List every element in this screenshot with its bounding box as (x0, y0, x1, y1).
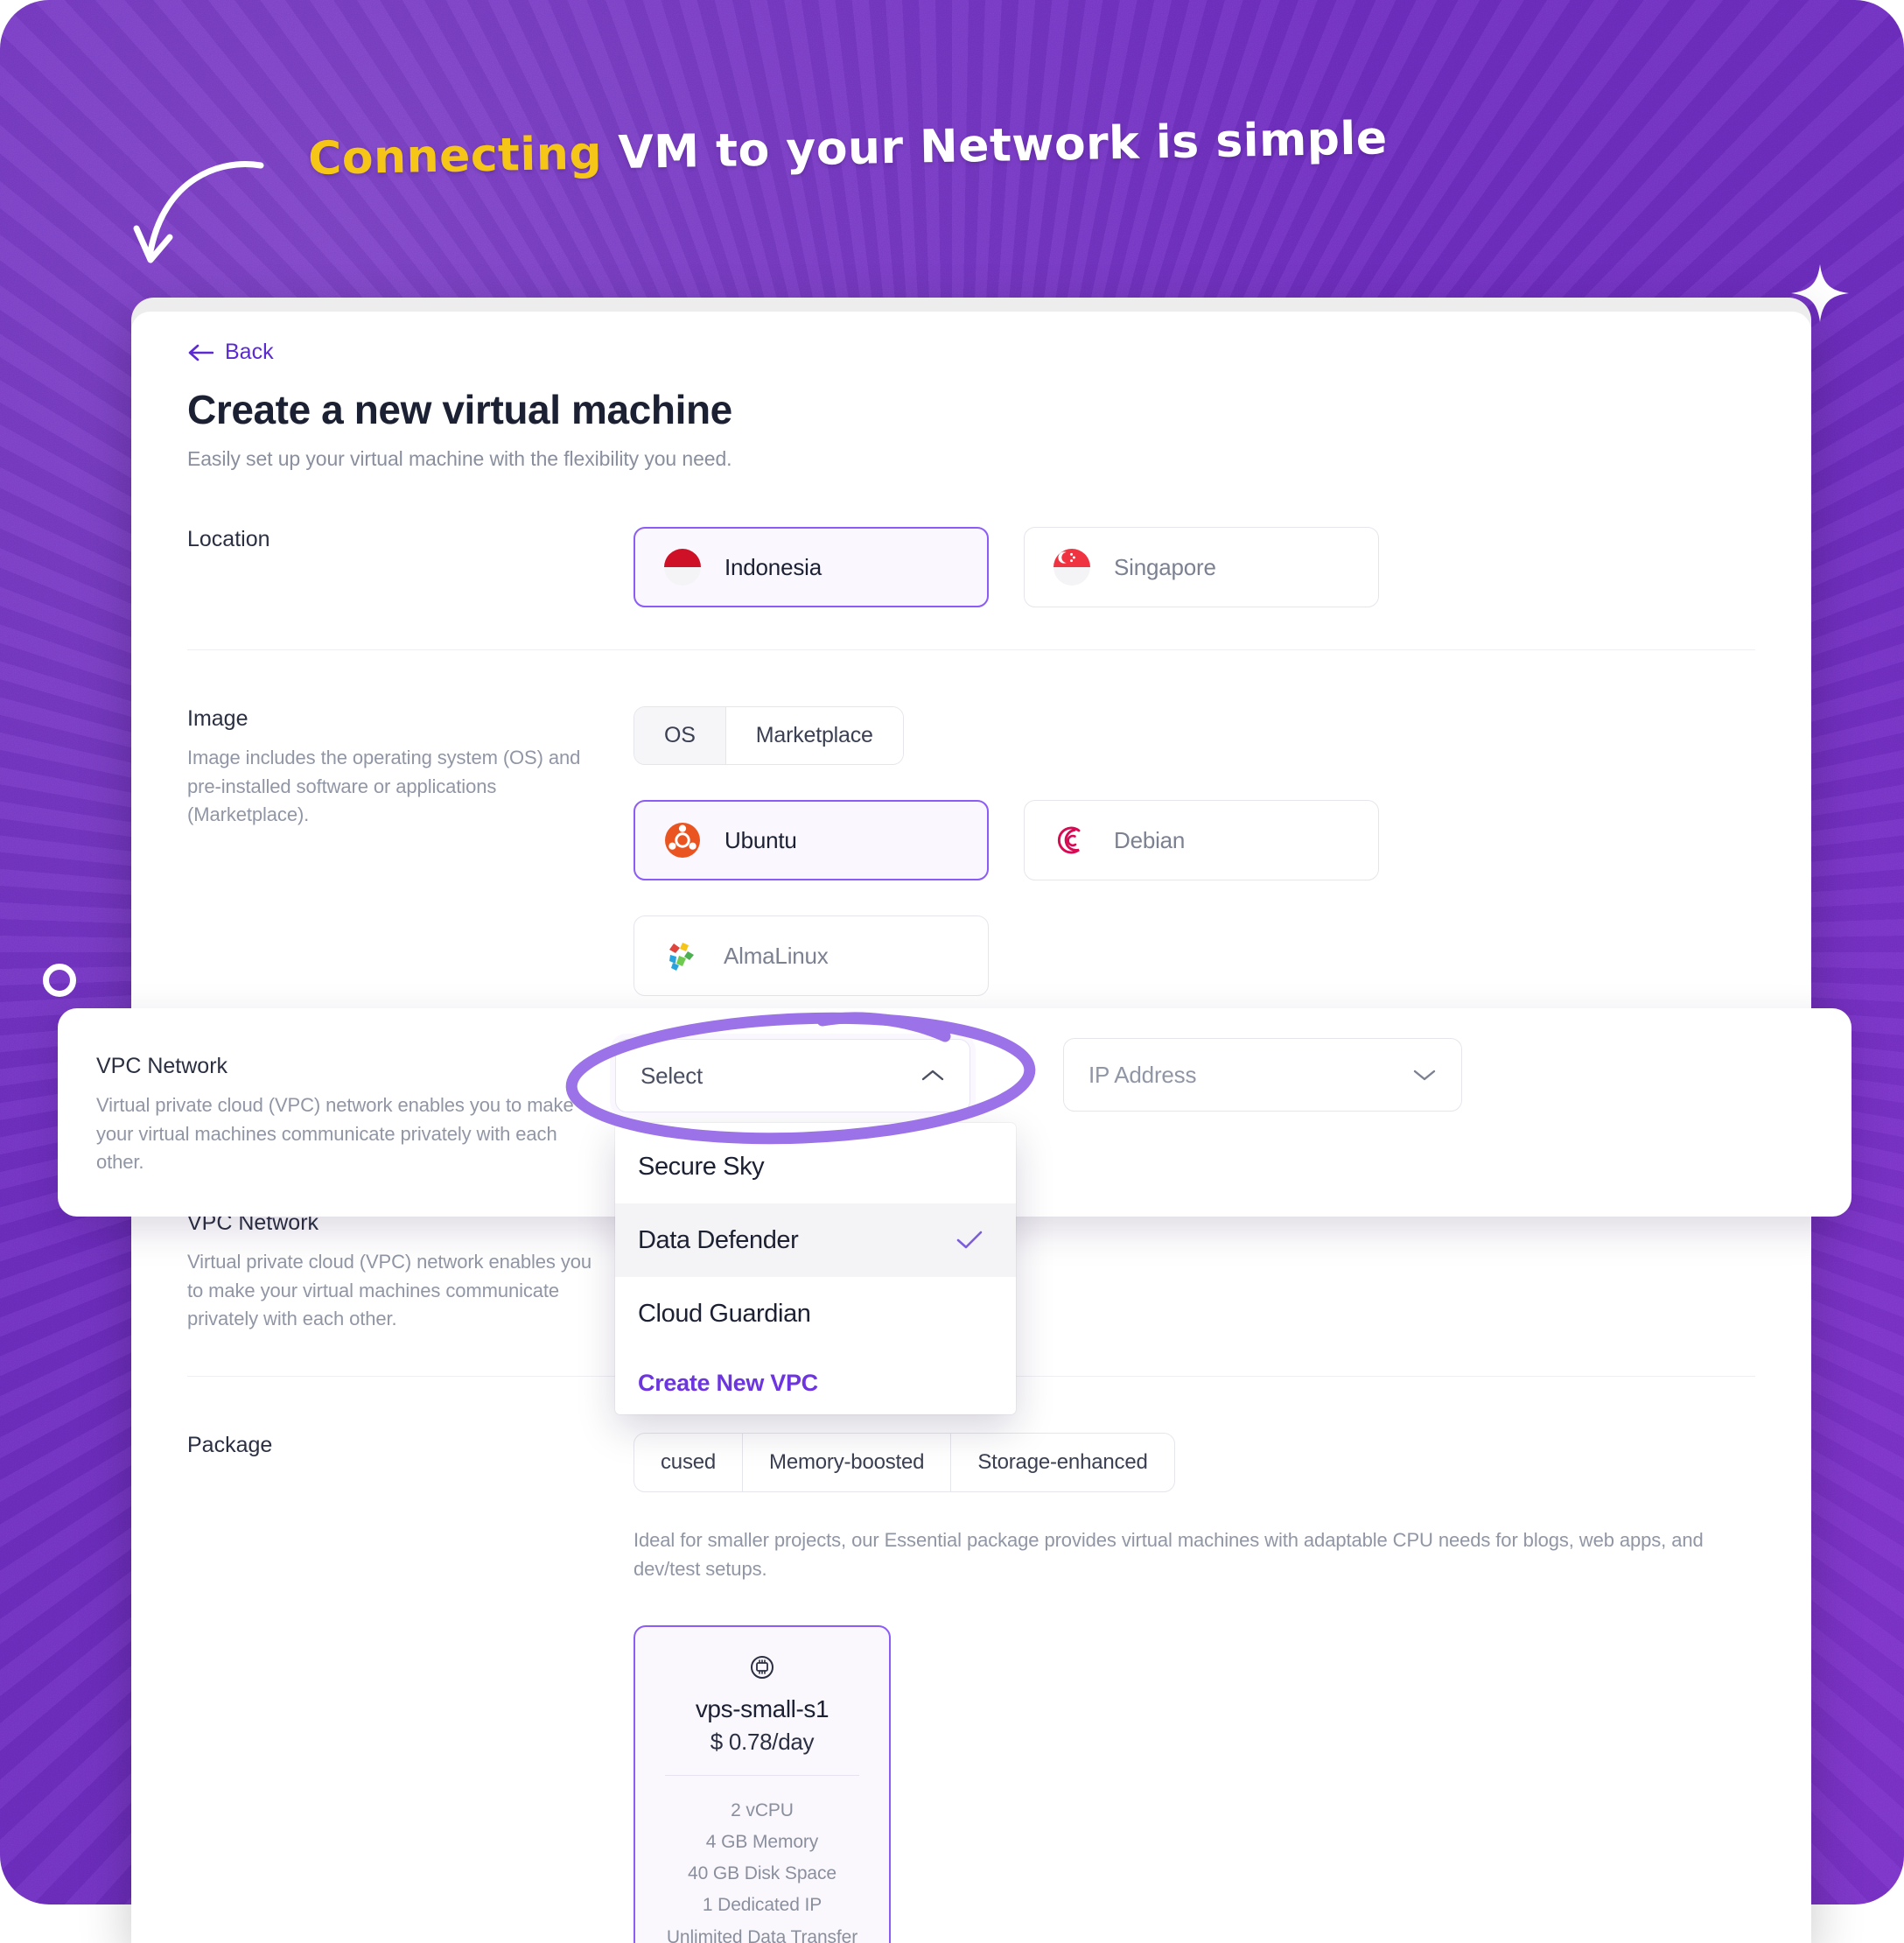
dropdown-option-cloud-guardian[interactable]: Cloud Guardian (615, 1277, 1016, 1350)
package-label-col: Package (187, 1433, 634, 1943)
arrow-left-icon (188, 344, 214, 361)
location-section: Location Indonesia Singapore (187, 471, 1755, 650)
spec-item: 4 GB Memory (705, 1832, 819, 1853)
package-section: Package cused Memory-boosted Storage-enh… (187, 1377, 1755, 1943)
page-title: Create a new virtual machine (187, 387, 732, 432)
package-tab-cpu-focused[interactable]: cused (634, 1434, 742, 1491)
location-option-label: Singapore (1114, 553, 1216, 580)
check-icon (956, 1231, 983, 1249)
package-tab-storage-enhanced[interactable]: Storage-enhanced (950, 1433, 1173, 1491)
image-description: Image includes the operating system (OS)… (187, 747, 581, 826)
package-content: cused Memory-boosted Storage-enhanced Id… (634, 1432, 1755, 1943)
spec-item: 2 vCPU (731, 1800, 794, 1821)
vpc-select-value: Select (640, 1062, 704, 1089)
create-new-vpc-link[interactable]: Create New VPC (615, 1350, 1016, 1406)
dropdown-option-label: Data Defender (638, 1225, 799, 1254)
location-label: Location (187, 527, 270, 551)
location-option-label: Indonesia (724, 553, 822, 580)
vpc-dropdown-menu: Secure Sky Data Defender Cloud Guardian … (615, 1123, 1016, 1414)
package-tab-memory-boosted[interactable]: Memory-boosted (742, 1433, 950, 1491)
package-spec-card[interactable]: vps-small-s1 $ 0.78/day 2 vCPU 4 GB Memo… (634, 1624, 891, 1943)
almalinux-logo-icon (669, 943, 694, 971)
ip-address-value: IP Address (1088, 1061, 1197, 1088)
decorative-ring (43, 964, 76, 997)
back-label: Back (225, 340, 274, 364)
spec-item: 40 GB Disk Space (688, 1863, 836, 1884)
chevron-down-icon (1413, 1070, 1436, 1081)
vpc-select-wrapper: Select (615, 1039, 970, 1112)
image-type-tabs: OS Marketplace (634, 706, 904, 765)
os-option-row: Ubuntu Debian AlmaLinux (634, 800, 1755, 996)
tab-os[interactable]: OS (634, 707, 725, 764)
spec-price: $ 0.78/day (710, 1728, 815, 1755)
os-option-debian[interactable]: Debian (1024, 800, 1379, 880)
package-label: Package (187, 1432, 273, 1457)
ip-address-select[interactable]: IP Address (1063, 1038, 1462, 1112)
location-option-singapore[interactable]: Singapore (1024, 527, 1379, 607)
dropdown-option-label: Cloud Guardian (638, 1299, 811, 1328)
curved-arrow-icon (133, 161, 264, 263)
dropdown-option-secure-sky[interactable]: Secure Sky (615, 1130, 1016, 1203)
dropdown-option-data-defender[interactable]: Data Defender (615, 1203, 1016, 1277)
indonesia-flag-icon (664, 549, 701, 586)
os-option-almalinux[interactable]: AlmaLinux (634, 915, 989, 996)
location-label-col: Location (187, 527, 634, 607)
spec-divider (665, 1774, 859, 1777)
package-tabs: cused Memory-boosted Storage-enhanced (634, 1432, 1175, 1492)
spec-item: 1 Dedicated IP (702, 1895, 822, 1916)
os-option-label: Ubuntu (724, 826, 797, 853)
vpc-callout-text: VPC Network Virtual private cloud (VPC) … (96, 1054, 586, 1177)
chevron-up-icon (921, 1070, 944, 1081)
headline-highlight: Connecting (307, 127, 603, 186)
vpc-label-col: VPC Network Virtual private cloud (VPC) … (187, 1210, 634, 1334)
os-option-label: Debian (1114, 826, 1186, 853)
dropdown-option-label: Secure Sky (638, 1152, 765, 1181)
image-label: Image (187, 706, 248, 731)
page-subtitle: Easily set up your virtual machine with … (187, 447, 732, 470)
back-button[interactable]: Back (187, 340, 274, 365)
vpc-callout-description: Virtual private cloud (VPC) network enab… (96, 1094, 574, 1174)
spec-item: Unlimited Data Transfer (666, 1926, 858, 1943)
tab-marketplace[interactable]: Marketplace (724, 707, 903, 764)
vpc-network-select[interactable]: Select (615, 1039, 970, 1112)
location-option-indonesia[interactable]: Indonesia (634, 527, 989, 607)
ubuntu-logo-icon (665, 823, 700, 858)
spec-name: vps-small-s1 (695, 1694, 830, 1722)
debian-logo-icon (1057, 826, 1081, 854)
package-description: Ideal for smaller projects, our Essentia… (634, 1528, 1704, 1580)
cpu-chip-icon (751, 1655, 774, 1679)
singapore-flag-icon (1054, 549, 1090, 586)
vpc-callout-label: VPC Network (96, 1054, 228, 1078)
os-option-ubuntu[interactable]: Ubuntu (634, 800, 989, 880)
vpc-description: Virtual private cloud (VPC) network enab… (187, 1251, 592, 1330)
os-option-label: AlmaLinux (724, 942, 829, 969)
location-options: Indonesia Singapore (634, 527, 1755, 607)
